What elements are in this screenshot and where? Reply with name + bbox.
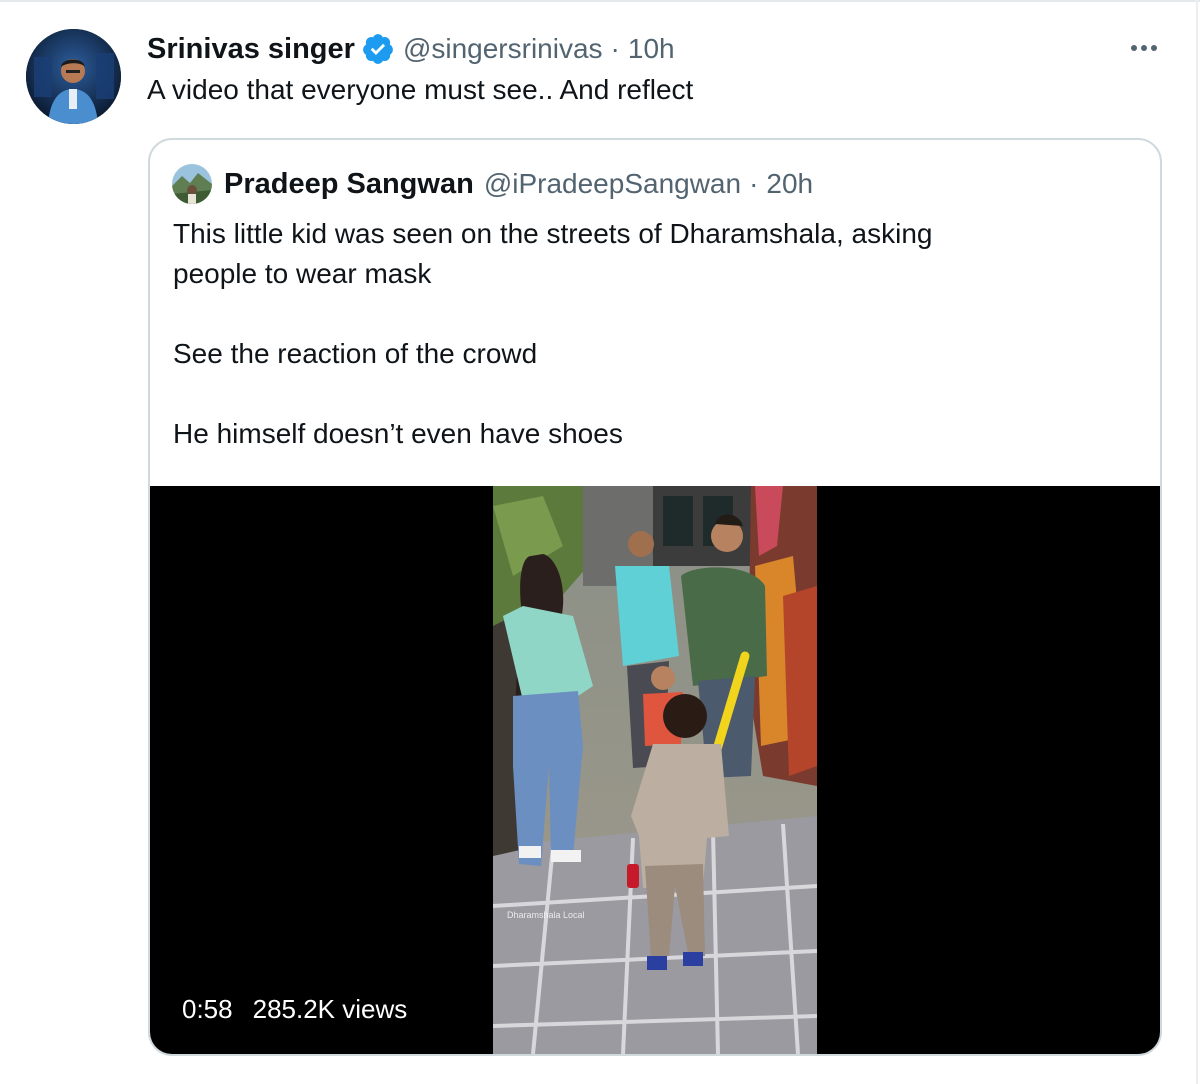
more-dot (1151, 45, 1157, 51)
more-dot (1131, 45, 1137, 51)
separator-dot: · (610, 33, 620, 64)
video-duration: 0:58 (182, 994, 233, 1024)
quoted-text-line: This little kid was seen on the streets … (173, 218, 933, 249)
top-divider (0, 0, 1200, 2)
tweet-text: A video that everyone must see.. And ref… (147, 74, 694, 105)
tweet-header: Srinivas singer @singersrinivas · 10h (147, 30, 675, 68)
right-divider (1196, 0, 1198, 1084)
quoted-tweet-header: Pradeep Sangwan @iPradeepSangwan · 20h (172, 164, 813, 204)
video-player[interactable]: Dharamshala Local 0:58 285.2K views (150, 486, 1160, 1054)
video-views: 285.2K views (252, 994, 408, 1024)
author-avatar[interactable] (26, 29, 121, 124)
video-thumbnail: Dharamshala Local (492, 486, 818, 1054)
quoted-author-handle[interactable]: @iPradeepSangwan (484, 168, 741, 200)
tweet-timestamp[interactable]: 10h (628, 33, 675, 65)
verified-badge-icon (361, 32, 395, 66)
video-watermark: Dharamshala Local (507, 910, 585, 920)
tweet[interactable]: Srinivas singer @singersrinivas · 10h A … (0, 0, 1200, 1084)
quoted-tweet[interactable]: Pradeep Sangwan @iPradeepSangwan · 20h T… (148, 138, 1162, 1056)
quoted-author-name[interactable]: Pradeep Sangwan (224, 168, 474, 201)
quoted-text-line: He himself doesn’t even have shoes (173, 418, 623, 449)
quoted-tweet-timestamp[interactable]: 20h (766, 168, 813, 200)
separator-dot: · (749, 168, 759, 199)
author-name[interactable]: Srinivas singer (147, 33, 355, 66)
video-meta: 0:58 285.2K views (182, 994, 407, 1025)
more-dot (1141, 45, 1147, 51)
author-handle[interactable]: @singersrinivas (403, 33, 603, 65)
more-options-icon[interactable] (1124, 36, 1164, 60)
quoted-text-line: See the reaction of the crowd (173, 338, 538, 369)
quoted-text-line: people to wear mask (173, 258, 432, 289)
quoted-author-avatar[interactable] (172, 164, 212, 204)
quoted-tweet-text: This little kid was seen on the streets … (173, 214, 1133, 454)
